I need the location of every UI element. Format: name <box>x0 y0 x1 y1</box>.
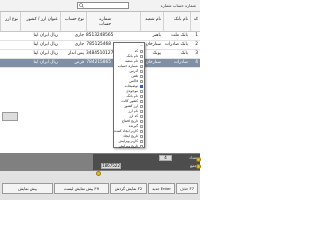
cell-bank: بانک صادرات <box>164 42 188 47</box>
column-header-account-type[interactable]: نوع حساب <box>60 12 86 31</box>
column-chooser-item-label: تاریخ ویرایش <box>118 144 138 148</box>
preview-list-f9-button[interactable]: پیش نمایش لیست F9 <box>54 183 109 194</box>
grid-side-button[interactable] <box>2 112 18 121</box>
show-turnover-f2-label: نمایش گردش F2 <box>114 186 143 191</box>
column-header-currency-country[interactable]: عنوان ارز / کشور <box>20 12 60 31</box>
preview-label: پیش نمایش <box>18 186 37 191</box>
cell-code: 4 <box>195 60 198 65</box>
cell-bank: بانک <box>180 51 188 56</box>
cell-account: 784215865 <box>86 60 111 65</box>
cell-bank: بانک ملت <box>171 33 188 38</box>
cell-currency: ریال ایران ایتا <box>33 60 58 65</box>
column-chooser-popup: ... کد نام بانک نام شعبه شماره حساب آدرس تلفن… <box>113 42 145 148</box>
table-row[interactable]: 3 بانک پونک 348451012765 پس انداز ریال ا… <box>0 50 200 59</box>
column-chooser-checkbox[interactable] <box>140 80 143 83</box>
show-turnover-f2-button[interactable]: نمایش گردش F2 <box>110 183 147 194</box>
cell-bank: صادرات <box>173 60 188 65</box>
bottom-toolbar: حذف F7 جدید Enter نمایش گردش F2 پیش نمای… <box>0 171 200 200</box>
column-chooser-item[interactable]: تاریخ ویرایش <box>114 144 144 149</box>
table-row-selected[interactable]: 4 صادرات ستارخان 784215865 قرض ریال ایرا… <box>0 59 200 68</box>
summary-count-label: تعداد <box>188 155 197 160</box>
window: شماره حساب شماره کد نام بانک نام شعبه شم… <box>0 0 201 200</box>
column-chooser-checkbox[interactable] <box>140 60 143 63</box>
summary-count-field: 4 <box>159 155 172 161</box>
cell-code: 2 <box>195 42 198 47</box>
column-chooser-checkbox[interactable] <box>140 100 143 103</box>
delete-f7-button[interactable]: حذف F7 <box>176 183 198 194</box>
column-chooser-checkbox[interactable] <box>140 135 143 138</box>
summary-indicator-icon <box>196 157 201 162</box>
column-chooser-checkbox[interactable] <box>140 105 143 108</box>
cell-currency: ریال ایران ایتا <box>33 51 58 56</box>
top-bar: شماره حساب شماره <box>0 0 200 11</box>
column-chooser-checkbox[interactable] <box>140 70 143 73</box>
table-row[interactable]: 2 بانک صادرات ستارخان 785125468 جاری ریا… <box>0 41 200 50</box>
column-chooser-checkbox[interactable] <box>140 95 143 98</box>
delete-f7-label: حذف F7 <box>179 186 195 191</box>
summary-panel: تعداد 4 جمع 1867522 <box>93 154 200 170</box>
column-header-account[interactable]: شماره حساب <box>86 12 113 31</box>
column-chooser-checkbox[interactable] <box>140 90 143 93</box>
column-chooser-checkbox[interactable] <box>140 120 143 123</box>
search-field-label: شماره حساب شماره <box>160 3 196 8</box>
cell-account-type: جاری <box>74 42 84 47</box>
column-header-currency-type[interactable]: نوع ارز <box>0 12 20 31</box>
column-chooser-checkbox[interactable] <box>140 130 143 133</box>
column-chooser-checkbox[interactable] <box>140 125 143 128</box>
column-chooser-checkbox[interactable] <box>140 110 143 113</box>
cell-branch: باهنر <box>152 33 161 38</box>
cell-account: 851324856532 <box>86 33 113 38</box>
column-chooser-checkbox[interactable] <box>140 85 143 88</box>
preview-list-f9-label: پیش نمایش لیست F9 <box>64 186 99 191</box>
preview-button[interactable]: پیش نمایش <box>2 183 53 194</box>
cell-account: 348451012765 <box>86 51 113 56</box>
cell-account-type: قرض <box>74 60 84 65</box>
cell-currency: ریال ایران ایتا <box>33 42 58 47</box>
column-chooser-checkbox[interactable] <box>140 50 143 53</box>
search-box[interactable] <box>77 2 129 9</box>
table-row[interactable]: 1 بانک ملت باهنر 851324856532 جاری ریال … <box>0 32 200 41</box>
summary-total-field: 1867522 <box>101 163 121 169</box>
cell-account-type: پس انداز <box>68 51 84 56</box>
accounts-grid: کد نام بانک نام شعبه شماره حساب نوع حساب… <box>0 11 200 153</box>
column-chooser-checkbox[interactable] <box>140 65 143 68</box>
column-chooser-checkbox[interactable] <box>140 140 143 143</box>
cell-account-type: جاری <box>74 33 84 38</box>
grid-header: کد نام بانک نام شعبه شماره حساب نوع حساب… <box>0 12 200 32</box>
toolbar-indicator-icon <box>96 171 101 176</box>
column-chooser-checkbox[interactable] <box>140 75 143 78</box>
column-header-code[interactable]: کد <box>190 12 200 31</box>
column-chooser-checkbox[interactable] <box>140 55 143 58</box>
search-input[interactable] <box>84 3 128 8</box>
column-chooser-checkbox[interactable] <box>140 145 143 148</box>
new-enter-button[interactable]: جدید Enter <box>148 183 175 194</box>
cell-currency: ریال ایران ایتا <box>33 33 58 38</box>
summary-bar: تعداد 4 جمع 1867522 <box>0 153 201 171</box>
cell-code: 3 <box>195 51 198 56</box>
column-header-branch[interactable]: نام شعبه <box>140 12 163 31</box>
column-header-bank[interactable]: نام بانک <box>163 12 190 31</box>
column-chooser-checkbox[interactable] <box>140 115 143 118</box>
column-chooser-title: ... <box>139 43 143 47</box>
cell-code: 1 <box>195 33 198 38</box>
summary-indicator-icon <box>196 164 201 169</box>
summary-total-label: جمع <box>190 163 197 168</box>
cell-account: 785125468 <box>86 42 111 47</box>
new-enter-label: جدید Enter <box>152 186 171 191</box>
